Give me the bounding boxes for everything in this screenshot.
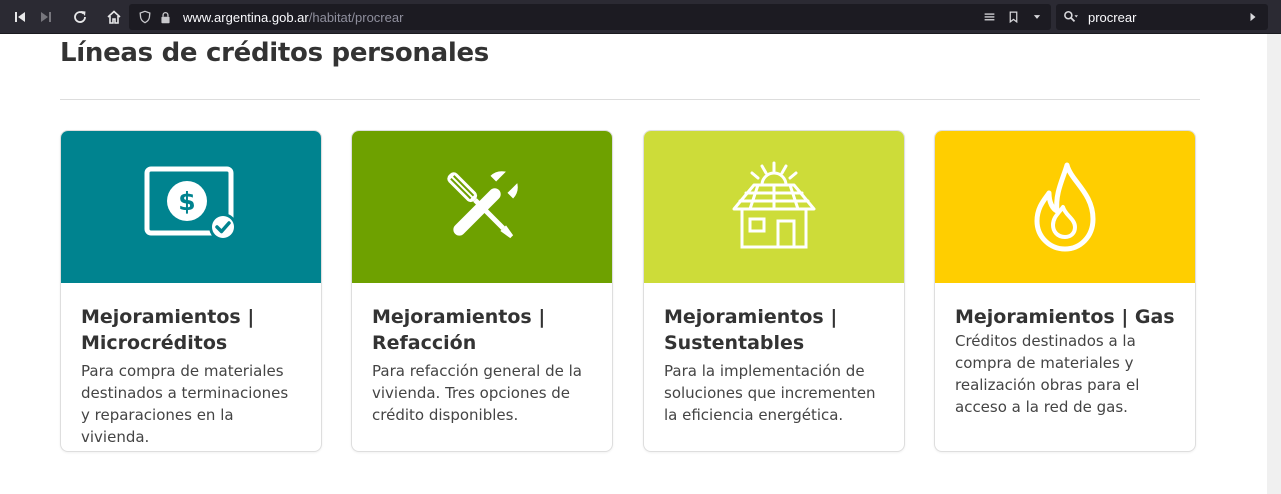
skip-back-icon[interactable] (8, 5, 32, 29)
reload-icon[interactable] (68, 5, 92, 29)
card-gas[interactable]: Mejoramientos | Gas Créditos destinados … (934, 130, 1196, 452)
svg-text:$: $ (178, 187, 195, 216)
bookmark-icon[interactable] (1005, 9, 1021, 25)
search-icon[interactable] (1062, 9, 1080, 25)
search-go-icon[interactable] (1248, 9, 1260, 25)
card-banner (935, 131, 1195, 283)
card-banner: $ (61, 131, 321, 283)
browser-toolbar: www.argentina.gob.ar/habitat/procrear pr… (0, 0, 1281, 34)
skip-forward-icon[interactable] (34, 5, 58, 29)
solar-house-icon (732, 161, 816, 249)
money-check-icon: $ (144, 166, 237, 241)
url-path: /habitat/procrear (308, 9, 404, 25)
url-host: www.argentina.gob.ar (183, 9, 309, 25)
card-banner (352, 131, 612, 283)
divider (60, 99, 1200, 100)
shield-icon[interactable] (137, 9, 153, 25)
reader-view-icon[interactable] (981, 9, 997, 25)
card-description: Para refacción general de la vivienda. T… (372, 362, 582, 424)
card-description: Créditos destinados a la compra de mater… (955, 332, 1140, 416)
flame-icon (1034, 162, 1096, 252)
page-scrollbar[interactable] (1267, 34, 1281, 494)
url-text[interactable]: www.argentina.gob.ar/habitat/procrear (183, 10, 403, 25)
dropdown-arrow-icon[interactable] (1029, 9, 1045, 25)
card-title[interactable]: Mejoramientos | Gas (955, 304, 1175, 330)
card-description: Para compra de materiales destinados a t… (81, 362, 289, 446)
lock-icon[interactable] (157, 9, 173, 25)
tools-icon (447, 168, 521, 239)
card-refaccion[interactable]: Mejoramientos | Refacción Para refacción… (351, 130, 613, 452)
card-description: Para la implementación de soluciones que… (664, 362, 876, 424)
url-bar[interactable]: www.argentina.gob.ar/habitat/procrear (129, 4, 1051, 30)
card-title[interactable]: Mejoramientos | Refacción (372, 304, 592, 356)
page-title: Líneas de créditos personales (60, 38, 489, 68)
search-input[interactable]: procrear (1088, 10, 1136, 25)
home-icon[interactable] (102, 5, 126, 29)
card-banner (644, 131, 904, 283)
search-bar[interactable]: procrear (1056, 4, 1268, 30)
card-title[interactable]: Mejoramientos | Microcréditos (81, 304, 301, 356)
card-microcreditos[interactable]: $ Mejoramientos | Microcréditos Para com… (60, 130, 322, 452)
card-title[interactable]: Mejoramientos | Sustentables (664, 304, 884, 356)
card-sustentables[interactable]: Mejoramientos | Sustentables Para la imp… (643, 130, 905, 452)
